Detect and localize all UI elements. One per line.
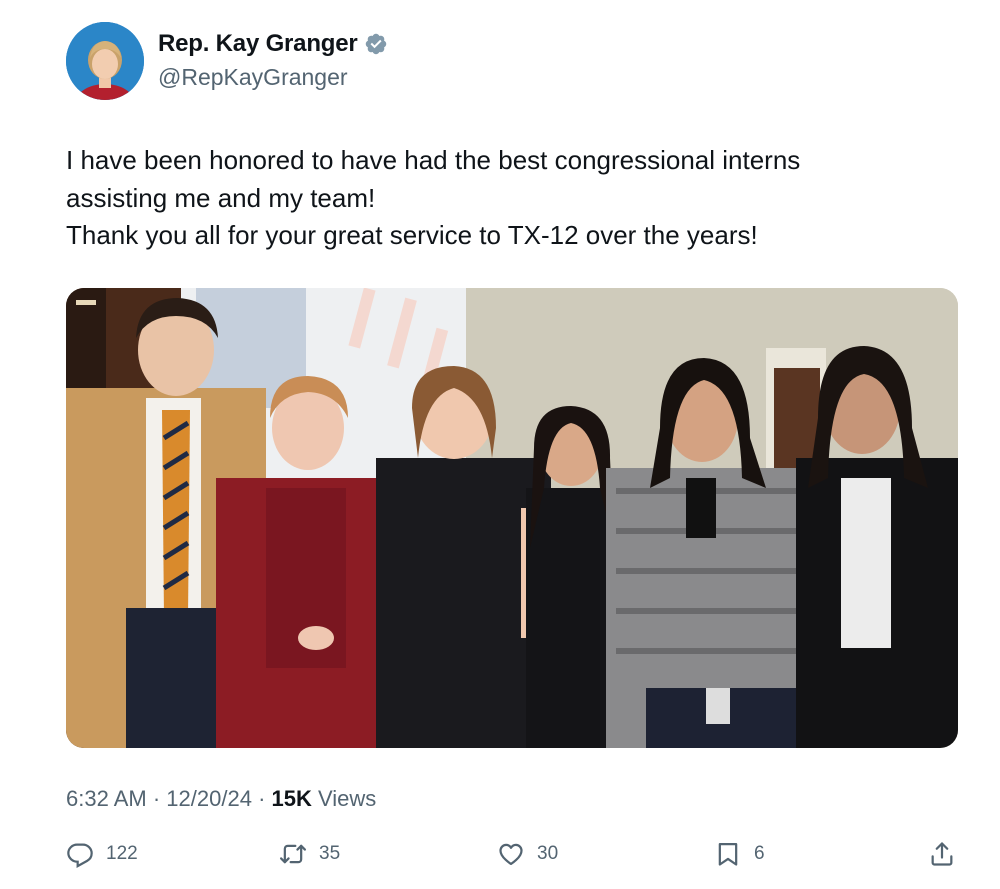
- reply-button[interactable]: 122: [66, 836, 138, 872]
- like-button[interactable]: 30: [497, 836, 558, 872]
- reply-count: 122: [106, 843, 138, 864]
- like-count: 30: [537, 843, 559, 864]
- like-icon: [499, 843, 523, 866]
- avatar-image: [66, 22, 144, 100]
- views-label: Views: [318, 786, 377, 811]
- action-bar: 122 35 30 6: [66, 836, 958, 872]
- bookmark-icon: [718, 842, 738, 866]
- tweet-photo[interactable]: [66, 288, 958, 748]
- tweet-date[interactable]: 12/20/24: [166, 786, 252, 811]
- meta-separator: ·: [152, 786, 161, 811]
- bookmark-button[interactable]: 6: [714, 836, 765, 872]
- tweet-card: Rep. Kay Granger @RepKayGranger I have b…: [0, 0, 1000, 889]
- group-photo-image: [66, 288, 958, 748]
- reply-icon: [67, 843, 93, 868]
- author-handle[interactable]: @RepKayGranger: [158, 64, 348, 91]
- author-avatar[interactable]: [66, 22, 144, 100]
- tweet-meta: 6:32 AM · 12/20/24 · 15K Views: [66, 786, 376, 812]
- tweet-text-line: Thank you all for your great service to …: [66, 220, 758, 250]
- tweet-text-line: assisting me and my team!: [66, 182, 376, 213]
- author-name-row: Rep. Kay Granger: [158, 30, 388, 58]
- tweet-text-line: I have been honored to have had the best…: [66, 145, 801, 175]
- tweet-time[interactable]: 6:32 AM: [66, 786, 147, 811]
- bookmark-count: 6: [754, 843, 765, 864]
- repost-count: 35: [319, 843, 341, 864]
- meta-separator: ·: [258, 786, 266, 811]
- tweet-text: I have been honored to have had the best…: [66, 142, 946, 255]
- repost-icon: [279, 844, 307, 864]
- author-name[interactable]: Rep. Kay Granger: [158, 30, 358, 58]
- verified-badge-icon[interactable]: [364, 32, 388, 56]
- share-icon: [931, 842, 953, 866]
- share-button[interactable]: [928, 836, 956, 872]
- repost-button[interactable]: 35: [279, 836, 340, 872]
- views-count: 15K: [271, 786, 312, 811]
